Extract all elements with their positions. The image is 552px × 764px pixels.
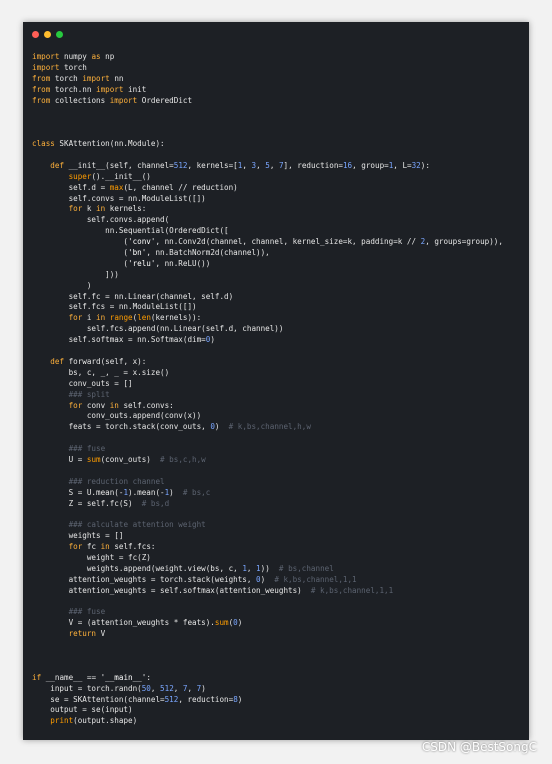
code-line: se = SKAttention(channel=512, reduction=…	[32, 694, 243, 704]
code-line: attention_weughts = torch.stack(weights,…	[32, 574, 357, 584]
code-line: self.fcs = nn.ModuleList([])	[32, 302, 197, 312]
code-line: self.fcs.append(nn.Linear(self.d, channe…	[32, 324, 284, 334]
code-line: for conv in self.convs:	[68, 400, 174, 410]
code-line: return V	[68, 629, 106, 639]
code-line: self.convs = nn.ModuleList([])	[32, 193, 206, 203]
code-line: ('conv', nn.Conv2d(channel, channel, ker…	[32, 237, 503, 247]
code-line: self.convs.append(	[32, 215, 170, 225]
code-line: for k in kernels:	[68, 204, 147, 214]
code-line: def __init__(self, channel=512, kernels=…	[50, 160, 430, 170]
code-line: ### fuse	[68, 444, 106, 454]
code-line: S = U.mean(-1).mean(-1) # bs,c	[32, 487, 211, 497]
code-line: ### fuse	[68, 607, 106, 617]
code-line: from collections import OrderedDict	[32, 95, 193, 105]
code-line: self.softmax = nn.Softmax(dim=0)	[32, 335, 215, 345]
code-line: V = (attention_weughts * feats).sum(0)	[32, 618, 243, 628]
code-line: conv_outs = []	[32, 378, 133, 388]
code-window: import numpy as np import torch from torch…	[23, 22, 529, 740]
close-dot[interactable]	[32, 31, 39, 38]
code-line: ### calculate attention weight	[68, 520, 206, 530]
code-line: from torch import nn	[32, 73, 124, 83]
code-line: nn.Sequential(OrderedDict([	[32, 226, 229, 236]
code-line: ### reduction channel	[68, 476, 165, 486]
code-line: )	[32, 280, 92, 290]
code-line: input = torch.randn(50, 512, 7, 7)	[32, 683, 206, 693]
code-line: Z = self.fc(S) # bs,d	[32, 498, 170, 508]
code-line: self.fc = nn.Linear(channel, self.d)	[32, 291, 234, 301]
code-line: ('bn', nn.BatchNorm2d(channel)),	[32, 248, 270, 258]
code-block: import numpy as np import torch from torch…	[32, 52, 525, 727]
code-line: if __name__ == '__main__':	[32, 672, 151, 682]
code-line: weights = []	[32, 531, 124, 541]
code-line: from torch.nn import init	[32, 84, 147, 94]
code-line: import torch	[32, 62, 87, 72]
code-line: for fc in self.fcs:	[68, 542, 156, 552]
code-line: feats = torch.stack(conv_outs, 0) # k,bs…	[32, 422, 311, 432]
code-line: print(output.shape)	[50, 716, 138, 726]
code-line: ### split	[68, 389, 110, 399]
maximize-dot[interactable]	[56, 31, 63, 38]
code-line: weights.append(weight.view(bs, c, 1, 1))…	[32, 563, 334, 573]
code-line: weight = fc(Z)	[32, 552, 151, 562]
code-line: class SKAttention(nn.Module):	[32, 139, 165, 149]
code-line: import numpy as np	[32, 52, 115, 61]
code-line: for i in range(len(kernels)):	[68, 313, 202, 323]
code-line: ]))	[32, 269, 119, 279]
minimize-dot[interactable]	[44, 31, 51, 38]
code-line: super().__init__()	[68, 171, 151, 181]
code-line: attention_weughts = self.softmax(attenti…	[32, 585, 394, 595]
code-line: output = se(input)	[32, 705, 133, 715]
code-line: self.d = max(L, channel // reduction)	[32, 182, 238, 192]
code-line: bs, c, _, _ = x.size()	[32, 367, 170, 377]
watermark: CSDN @BestSongC	[421, 740, 537, 754]
code-line: U = sum(conv_outs) # bs,c,h,w	[32, 454, 206, 464]
code-line: ('relu', nn.ReLU())	[32, 258, 211, 268]
code-line: conv_outs.append(conv(x))	[32, 411, 202, 421]
window-controls	[32, 31, 63, 38]
code-line: def forward(self, x):	[50, 356, 147, 366]
